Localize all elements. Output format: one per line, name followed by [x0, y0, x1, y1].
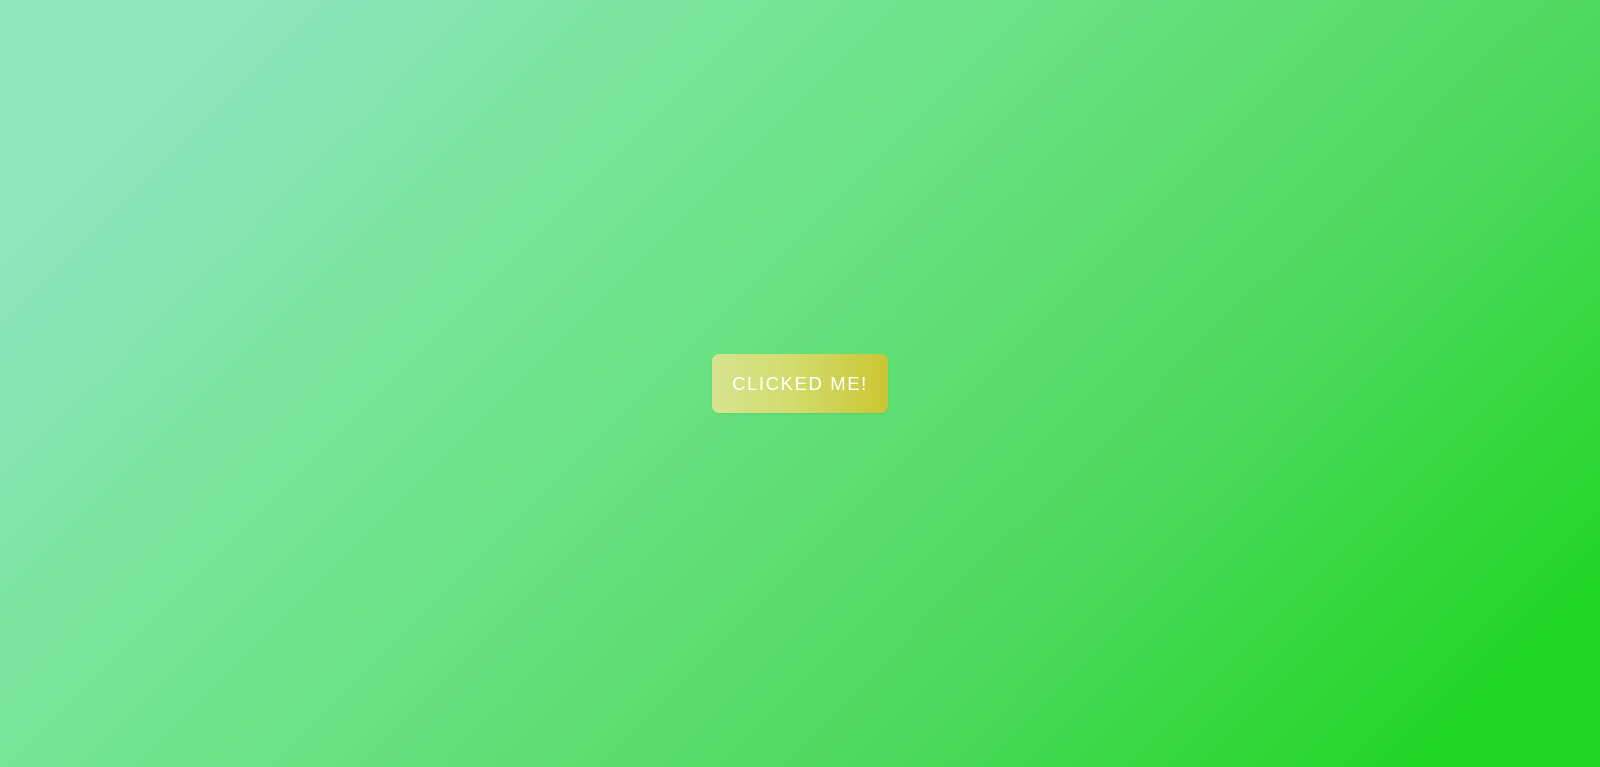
clicked-me-button[interactable]: CLICKED ME! [712, 354, 888, 413]
page-background: CLICKED ME! [0, 0, 1600, 767]
